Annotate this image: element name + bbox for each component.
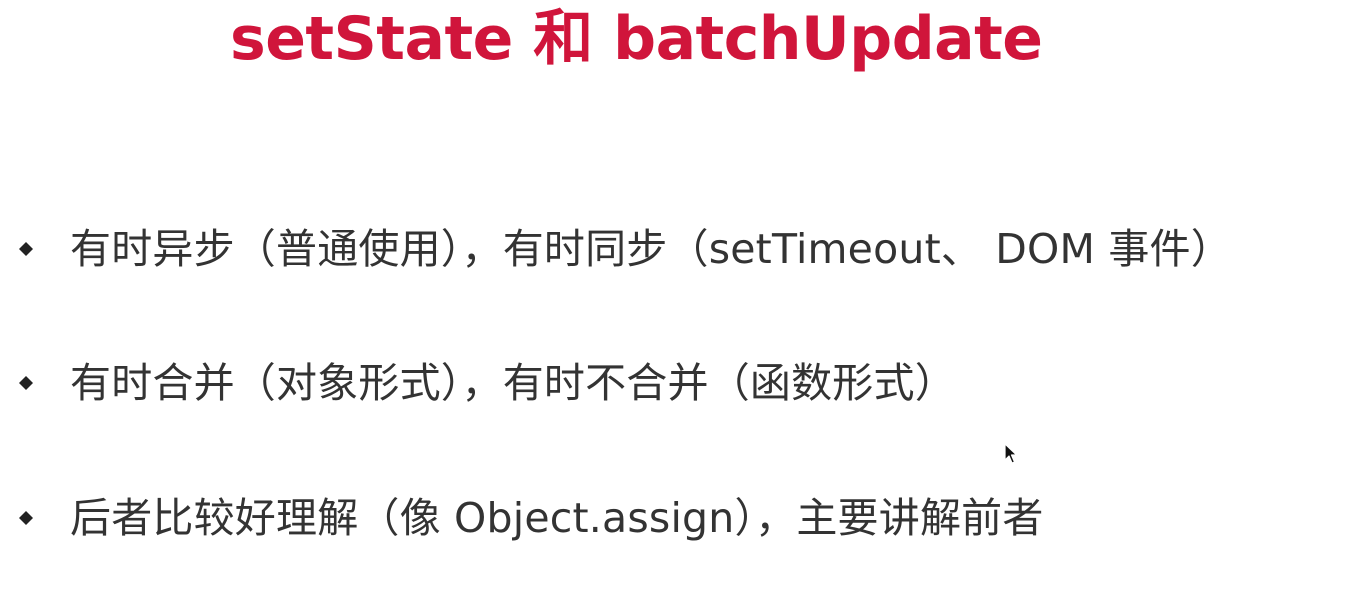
diamond-bullet-icon [19,511,33,525]
bullet-item: 后者比较好理解（像 Object.assign），主要讲解前者 [16,488,1044,548]
bullet-text: 后者比较好理解（像 Object.assign），主要讲解前者 [70,494,1044,542]
bullet-item: 有时异步（普通使用），有时同步（setTimeout、 DOM 事件） [16,219,1232,279]
bullet-text: 有时合并（对象形式），有时不合并（函数形式） [70,359,956,407]
diamond-bullet-icon [19,242,33,256]
bullet-text: 有时异步（普通使用），有时同步（setTimeout、 DOM 事件） [70,225,1232,273]
slide: setState 和 batchUpdate 有时异步（普通使用），有时同步（s… [0,0,1370,593]
mouse-pointer-icon [1004,443,1018,465]
bullet-list: 有时异步（普通使用），有时同步（setTimeout、 DOM 事件） 有时合并… [0,0,1370,593]
bullet-item: 有时合并（对象形式），有时不合并（函数形式） [16,353,956,413]
diamond-bullet-icon [19,376,33,390]
